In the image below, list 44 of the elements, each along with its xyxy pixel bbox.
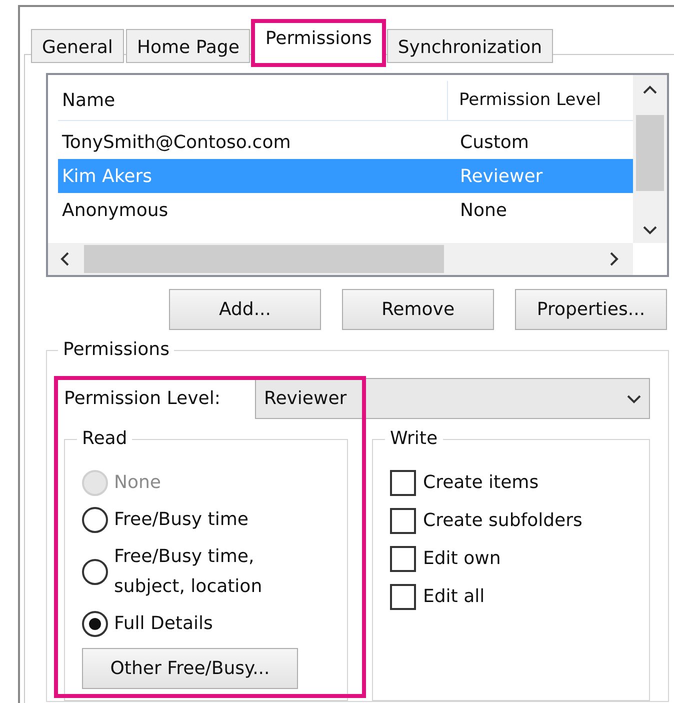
- list-button[interactable]: Remove: [342, 289, 494, 330]
- vertical-scrollbar[interactable]: [633, 75, 667, 243]
- scroll-left-icon[interactable]: [60, 252, 70, 266]
- other-free-busy-button[interactable]: Other Free/Busy...: [82, 648, 298, 689]
- checkbox[interactable]: [390, 546, 416, 572]
- checkbox[interactable]: [390, 584, 416, 610]
- permission-level-cell-text: Custom: [459, 130, 529, 154]
- horizontal-scrollbar[interactable]: [48, 243, 633, 275]
- dropdown-caret-icon[interactable]: [627, 394, 641, 404]
- scroll-right-icon[interactable]: [609, 252, 619, 266]
- list-row[interactable]: Anonymous None: [58, 193, 633, 227]
- permission-level-cell-text: Reviewer: [459, 164, 543, 188]
- name-cell-text: Kim Akers: [61, 164, 154, 188]
- radio-label: None: [114, 471, 162, 495]
- name-cell-text: TonySmith@Contoso.com: [61, 130, 292, 154]
- column-header[interactable]: Permission Level: [448, 88, 601, 114]
- tab[interactable]: Synchronization: [386, 29, 554, 63]
- permission-level-cell-text: None: [459, 198, 507, 222]
- name-cell-text: Anonymous: [61, 198, 170, 222]
- permissions-list[interactable]: Name Permission Level TonySmith@Contoso.com Custom Kim Akers Reviewer Anonymous None: [46, 73, 669, 277]
- tab[interactable]: General: [31, 29, 124, 63]
- radio-label: Free/Busy time: [114, 508, 250, 532]
- column-header[interactable]: Name: [58, 81, 448, 120]
- permission-level-label: Permission Level:: [64, 387, 222, 411]
- scroll-down-icon[interactable]: [643, 225, 657, 235]
- checkbox-label: Edit all: [423, 585, 485, 609]
- radio-button[interactable]: [82, 507, 108, 533]
- checkbox-label: Create subfolders: [423, 509, 582, 533]
- radio-label: Full Details: [114, 612, 214, 636]
- checkbox[interactable]: [390, 508, 416, 534]
- permission-level-dropdown[interactable]: Reviewer: [255, 378, 650, 419]
- list-row[interactable]: TonySmith@Contoso.com Custom: [58, 125, 633, 159]
- scrollbar-thumb[interactable]: [84, 245, 444, 273]
- scroll-up-icon[interactable]: [643, 85, 657, 95]
- checkbox-label: Edit own: [423, 547, 501, 571]
- list-button[interactable]: Properties...: [515, 289, 667, 330]
- radio-button[interactable]: [82, 559, 108, 585]
- scrollbar-thumb[interactable]: [636, 115, 664, 191]
- radio-button[interactable]: [82, 611, 108, 637]
- tab[interactable]: Home Page: [126, 29, 250, 63]
- radio-label: Free/Busy time, subject, location: [114, 545, 264, 599]
- checkbox[interactable]: [390, 470, 416, 496]
- list-button[interactable]: Add...: [169, 289, 321, 330]
- checkbox-label: Create items: [423, 471, 539, 495]
